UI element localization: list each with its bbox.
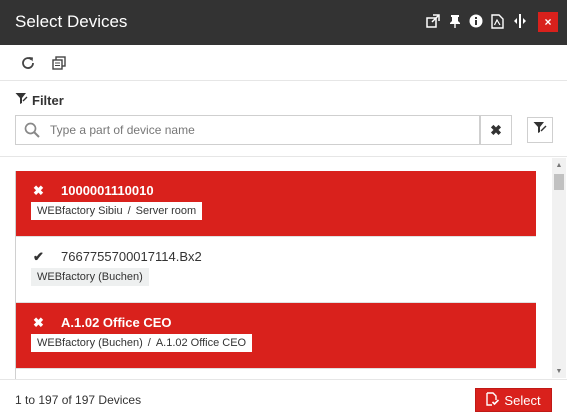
title-bar: Select Devices ×: [0, 0, 567, 45]
device-path: WEBfactory Sibiu / Server room: [31, 202, 203, 220]
device-name: 1000001110010: [61, 183, 154, 198]
copy-icon[interactable]: [50, 54, 68, 72]
select-icon: [486, 391, 500, 409]
device-item[interactable]: ✖ 1000001110010 WEBfactory Sibiu / Serve…: [16, 171, 536, 237]
filter-heading: Filter: [15, 92, 64, 108]
list-scrollbar[interactable]: ▲ ▼: [552, 158, 566, 378]
filter-label-text: Filter: [32, 92, 64, 108]
search-box: [15, 115, 480, 145]
device-path: WEBfactory (Buchen) / A.1.02 Office CEO: [31, 334, 253, 352]
path-segment: WEBfactory (Buchen): [37, 271, 143, 283]
search-icon: [24, 122, 40, 143]
clear-search-button[interactable]: ✖: [480, 115, 512, 145]
filter-icon: [15, 92, 28, 108]
device-item[interactable]: ✖ A.1.02 Office CEO WEBfactory (Buchen) …: [16, 303, 536, 369]
advanced-filter-button[interactable]: [527, 117, 553, 143]
close-button[interactable]: ×: [538, 12, 558, 32]
scroll-up-icon[interactable]: ▲: [552, 158, 566, 172]
device-name: A.1.02 Office CEO: [61, 315, 172, 330]
dialog-title: Select Devices: [15, 12, 128, 31]
footer: 1 to 197 of 197 Devices Select: [0, 379, 567, 418]
select-button[interactable]: Select: [475, 388, 552, 412]
scroll-thumb[interactable]: [554, 174, 564, 190]
scroll-down-icon[interactable]: ▼: [552, 364, 566, 378]
device-count: 1 to 197 of 197 Devices: [15, 393, 142, 407]
path-segment: WEBfactory (Buchen): [37, 337, 143, 349]
device-list: ✖ 1000001110010 WEBfactory Sibiu / Serve…: [15, 171, 536, 379]
filter-edit-icon: [533, 121, 547, 140]
device-path: WEBfactory (Buchen): [31, 268, 149, 286]
path-segment: A.1.02 Office CEO: [155, 337, 247, 349]
pdf-icon[interactable]: [489, 13, 505, 29]
refresh-icon[interactable]: [19, 54, 37, 72]
device-item[interactable]: ✔ 7667755700017114.Bx2 WEBfactory (Buche…: [16, 237, 536, 303]
checkmark-icon[interactable]: ✔: [33, 249, 44, 265]
resize-icon[interactable]: [512, 13, 528, 29]
popout-icon[interactable]: [425, 13, 441, 29]
select-label: Select: [504, 392, 541, 408]
path-separator: /: [147, 337, 151, 349]
path-separator: /: [127, 205, 131, 217]
info-icon[interactable]: [468, 13, 484, 29]
deselect-icon[interactable]: ✖: [33, 315, 44, 331]
device-name: 7667755700017114.Bx2: [61, 249, 202, 264]
deselect-icon[interactable]: ✖: [33, 183, 44, 199]
search-input[interactable]: [50, 116, 470, 144]
path-segment: Server room: [135, 205, 197, 217]
toolbar: [0, 45, 567, 81]
divider: [0, 156, 567, 157]
pin-icon[interactable]: [447, 13, 463, 29]
path-segment: WEBfactory Sibiu: [37, 205, 123, 217]
